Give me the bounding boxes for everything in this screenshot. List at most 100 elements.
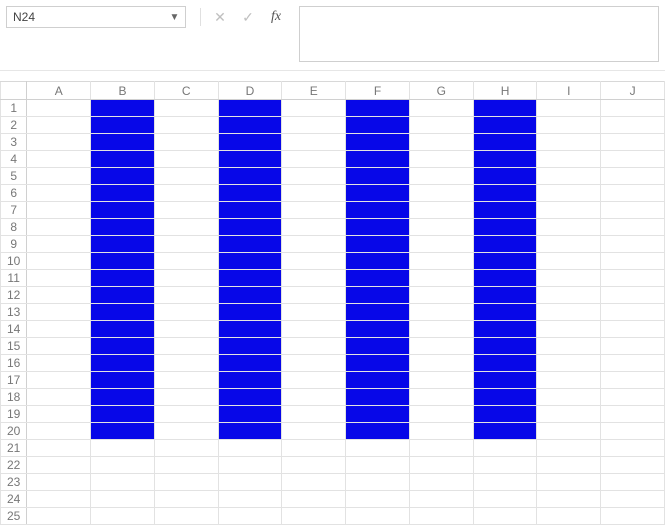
cell[interactable] (537, 406, 601, 423)
cell[interactable] (537, 219, 601, 236)
cell[interactable] (282, 100, 346, 117)
cell[interactable] (27, 219, 91, 236)
cell[interactable] (346, 117, 410, 134)
row-header[interactable]: 24 (1, 491, 27, 508)
cell[interactable] (154, 338, 218, 355)
fx-icon[interactable]: fx (267, 8, 285, 26)
cell[interactable] (409, 134, 473, 151)
cell[interactable] (154, 389, 218, 406)
cell[interactable] (473, 508, 537, 525)
cell[interactable] (537, 236, 601, 253)
cell[interactable] (346, 457, 410, 474)
cell[interactable] (218, 168, 282, 185)
cell[interactable] (91, 151, 155, 168)
cell[interactable] (537, 491, 601, 508)
cell[interactable] (601, 508, 665, 525)
cell[interactable] (601, 355, 665, 372)
cell[interactable] (473, 474, 537, 491)
cell[interactable] (154, 236, 218, 253)
cell[interactable] (91, 440, 155, 457)
cell[interactable] (218, 117, 282, 134)
cell[interactable] (91, 372, 155, 389)
cell[interactable] (91, 491, 155, 508)
column-header[interactable]: I (537, 82, 601, 100)
cell[interactable] (218, 440, 282, 457)
cell[interactable] (27, 304, 91, 321)
cell[interactable] (346, 270, 410, 287)
cell[interactable] (91, 202, 155, 219)
cell[interactable] (473, 134, 537, 151)
cell[interactable] (409, 304, 473, 321)
cell[interactable] (601, 474, 665, 491)
cell[interactable] (537, 270, 601, 287)
cell[interactable] (282, 270, 346, 287)
cell[interactable] (154, 219, 218, 236)
row-header[interactable]: 3 (1, 134, 27, 151)
spreadsheet-grid[interactable]: ABCDEFGHIJ123456789101112131415161718192… (0, 81, 665, 525)
cell[interactable] (27, 202, 91, 219)
cell[interactable] (601, 185, 665, 202)
row-header[interactable]: 6 (1, 185, 27, 202)
cell[interactable] (473, 440, 537, 457)
cell[interactable] (154, 474, 218, 491)
cell[interactable] (473, 185, 537, 202)
name-box[interactable]: ▼ (6, 6, 186, 28)
cell[interactable] (601, 389, 665, 406)
cell[interactable] (27, 355, 91, 372)
cell[interactable] (282, 423, 346, 440)
cell[interactable] (409, 321, 473, 338)
cell[interactable] (537, 440, 601, 457)
cell[interactable] (346, 253, 410, 270)
row-header[interactable]: 15 (1, 338, 27, 355)
cell[interactable] (282, 474, 346, 491)
cell[interactable] (346, 355, 410, 372)
row-header[interactable]: 4 (1, 151, 27, 168)
cell[interactable] (346, 151, 410, 168)
cell[interactable] (282, 236, 346, 253)
cell[interactable] (91, 423, 155, 440)
row-header[interactable]: 9 (1, 236, 27, 253)
row-header[interactable]: 18 (1, 389, 27, 406)
cell[interactable] (218, 338, 282, 355)
cell[interactable] (218, 151, 282, 168)
cell[interactable] (218, 287, 282, 304)
cell[interactable] (409, 457, 473, 474)
cell[interactable] (154, 270, 218, 287)
cell[interactable] (346, 100, 410, 117)
cell[interactable] (282, 287, 346, 304)
cell[interactable] (473, 423, 537, 440)
column-header[interactable]: G (409, 82, 473, 100)
cell[interactable] (91, 117, 155, 134)
row-header[interactable]: 20 (1, 423, 27, 440)
row-header[interactable]: 1 (1, 100, 27, 117)
cell[interactable] (409, 423, 473, 440)
cell[interactable] (91, 168, 155, 185)
cell[interactable] (282, 338, 346, 355)
row-header[interactable]: 25 (1, 508, 27, 525)
cell[interactable] (282, 168, 346, 185)
cell[interactable] (27, 457, 91, 474)
cell[interactable] (154, 321, 218, 338)
cell[interactable] (27, 134, 91, 151)
cell[interactable] (601, 100, 665, 117)
cell[interactable] (601, 287, 665, 304)
cell[interactable] (27, 100, 91, 117)
cell[interactable] (91, 457, 155, 474)
cell[interactable] (473, 202, 537, 219)
cell[interactable] (473, 338, 537, 355)
cell[interactable] (601, 321, 665, 338)
cell[interactable] (537, 355, 601, 372)
cell[interactable] (154, 287, 218, 304)
cell[interactable] (218, 134, 282, 151)
cell[interactable] (473, 355, 537, 372)
cell[interactable] (346, 134, 410, 151)
row-header[interactable]: 21 (1, 440, 27, 457)
cell[interactable] (473, 304, 537, 321)
cell[interactable] (154, 372, 218, 389)
row-header[interactable]: 16 (1, 355, 27, 372)
cell[interactable] (473, 219, 537, 236)
cell[interactable] (601, 491, 665, 508)
cell[interactable] (91, 236, 155, 253)
cell[interactable] (218, 457, 282, 474)
cell[interactable] (601, 236, 665, 253)
